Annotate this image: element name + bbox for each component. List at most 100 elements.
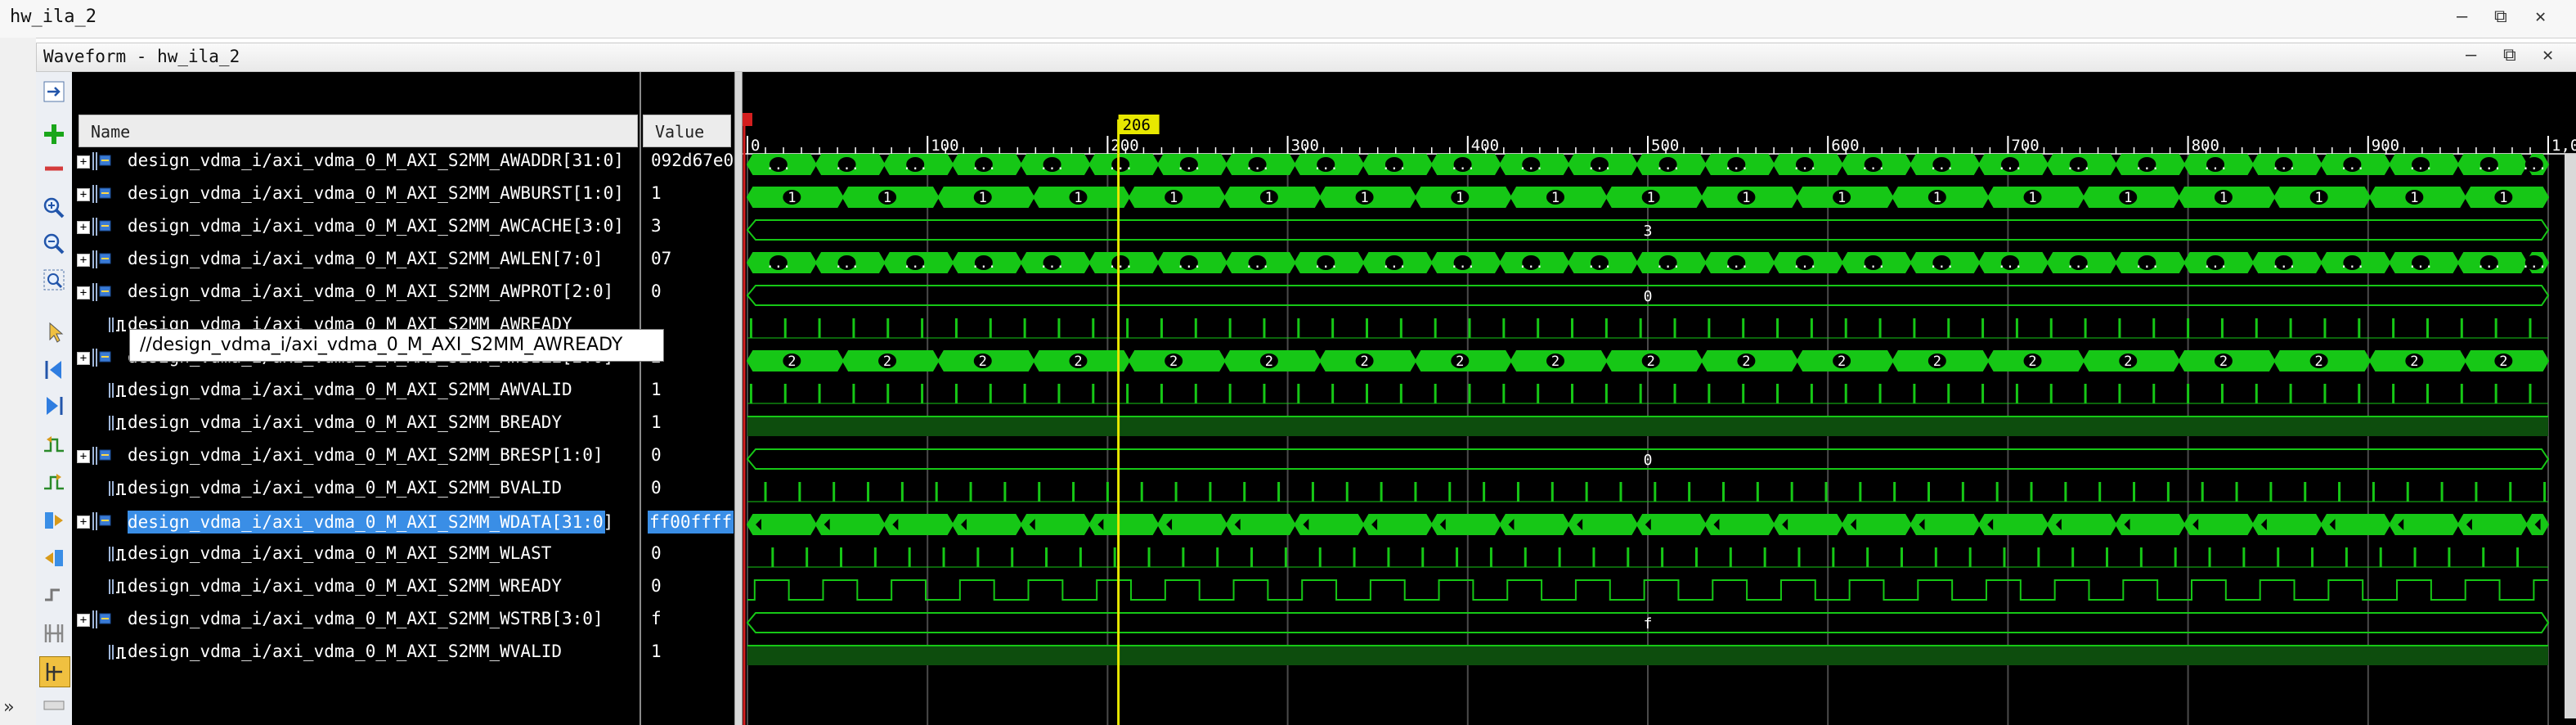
bus-value-label: ... bbox=[765, 157, 791, 173]
next-edge-button[interactable] bbox=[39, 468, 69, 498]
bus-value-label: ... bbox=[1519, 157, 1544, 173]
bus-value-label: ... bbox=[1382, 255, 1407, 272]
bus-value-label: 2 bbox=[1169, 353, 1178, 370]
snap-button[interactable] bbox=[39, 656, 70, 687]
expand-bus-icon[interactable]: + bbox=[77, 221, 90, 234]
signal-value-panel: Value 092d67e01307021100ff00ffff00f1 bbox=[641, 72, 734, 725]
bus-value-label: ... bbox=[1724, 157, 1749, 173]
signal-row[interactable]: + design_vdma_i/axi_vdma_0_M_AXI_S2MM_AWC… bbox=[72, 211, 640, 244]
bus-button[interactable] bbox=[39, 619, 69, 648]
bus-value-label: 2 bbox=[1456, 353, 1464, 370]
bus-value-label: 1 bbox=[1169, 190, 1178, 206]
signal-row[interactable]: design_vdma_i/axi_vdma_0_M_AXI_S2MM_BREA… bbox=[72, 408, 640, 440]
bus-value-label: ... bbox=[1724, 255, 1749, 272]
bus-value-label: ... bbox=[1860, 157, 1886, 173]
signal-row[interactable]: design_vdma_i/axi_vdma_0_M_AXI_S2MM_AWVA… bbox=[72, 375, 640, 408]
expand-bus-icon[interactable]: + bbox=[77, 450, 90, 463]
cursor-tool-button[interactable] bbox=[39, 317, 69, 347]
bus-value-label: 1 bbox=[2410, 190, 2418, 206]
panel-restore-button[interactable]: ⧉ bbox=[2503, 45, 2516, 65]
bus-signal-icon bbox=[92, 250, 111, 268]
go-first-button[interactable] bbox=[39, 355, 69, 385]
prev-marker-button[interactable] bbox=[39, 506, 69, 535]
close-button[interactable]: ✕ bbox=[2535, 7, 2546, 27]
expand-bus-icon[interactable]: + bbox=[77, 352, 90, 365]
bus-value-label: ... bbox=[2408, 255, 2434, 272]
bus-value-label: 2 bbox=[2124, 353, 2132, 370]
bus-value-label: ... bbox=[1929, 157, 1954, 173]
name-column-header[interactable]: Name bbox=[79, 115, 638, 147]
expand-bus-icon[interactable]: + bbox=[77, 188, 90, 201]
add-signal-button[interactable] bbox=[39, 119, 69, 149]
signal-name: design_vdma_i/axi_vdma_0_M_AXI_S2MM_AWAD… bbox=[128, 151, 624, 170]
value-row: 0 bbox=[641, 538, 734, 571]
signal-row[interactable]: + design_vdma_i/axi_vdma_0_M_AXI_S2MM_WST… bbox=[72, 604, 640, 637]
bus-value-label: 2 bbox=[883, 353, 891, 370]
expand-bus-icon[interactable]: + bbox=[77, 516, 90, 529]
tick-label: 300 bbox=[1291, 137, 1319, 155]
value-row: f bbox=[641, 604, 734, 637]
swap-button[interactable] bbox=[39, 581, 69, 610]
value-row: ff00ffff bbox=[641, 506, 734, 538]
signal-row[interactable]: design_vdma_i/axi_vdma_0_M_AXI_S2MM_WREA… bbox=[72, 571, 640, 604]
bus-value-label: ... bbox=[1793, 157, 1818, 173]
expand-bus-icon[interactable]: + bbox=[77, 254, 90, 267]
bus-value-label: ... bbox=[765, 255, 791, 272]
zoom-out-button[interactable] bbox=[39, 229, 69, 259]
bus-value-label: ... bbox=[834, 157, 859, 173]
wave-splitter[interactable] bbox=[734, 72, 743, 725]
signal-row[interactable]: design_vdma_i/axi_vdma_0_M_AXI_S2MM_WLAS… bbox=[72, 538, 640, 571]
prev-marker-icon bbox=[45, 512, 63, 529]
signal-name: design_vdma_i/axi_vdma_0_M_AXI_S2MM_WLAS… bbox=[128, 543, 552, 563]
bus-value-label: 1 bbox=[1742, 190, 1750, 206]
go-last-icon bbox=[47, 397, 63, 415]
zoom-fit-button[interactable] bbox=[39, 77, 69, 106]
bus-value-label: ... bbox=[972, 157, 997, 173]
restore-button[interactable]: ⧉ bbox=[2494, 7, 2507, 27]
signal-row[interactable]: + design_vdma_i/axi_vdma_0_M_AXI_S2MM_WDA… bbox=[72, 506, 640, 538]
signal-row[interactable]: + design_vdma_i/axi_vdma_0_M_AXI_S2MM_AWB… bbox=[72, 178, 640, 211]
bus-signal-icon bbox=[92, 349, 111, 367]
ruler-button[interactable] bbox=[39, 691, 69, 720]
zoom-area-button[interactable] bbox=[39, 265, 69, 295]
value-row: 0 bbox=[641, 277, 734, 309]
next-marker-button[interactable] bbox=[39, 543, 69, 573]
remove-signal-button[interactable] bbox=[39, 154, 69, 183]
signal-row[interactable]: + design_vdma_i/axi_vdma_0_M_AXI_S2MM_AWA… bbox=[72, 146, 640, 178]
bus-value-label: 2 bbox=[1551, 353, 1560, 370]
bit-signal-icon bbox=[109, 579, 126, 594]
bus-value-label: 2 bbox=[979, 353, 987, 370]
bus-value-label: ... bbox=[2066, 255, 2091, 272]
bus-value-label: ... bbox=[2134, 255, 2160, 272]
bus-value-label: ... bbox=[1998, 255, 2023, 272]
value-column-header[interactable]: Value bbox=[643, 115, 731, 147]
bit-signal-icon bbox=[109, 547, 126, 561]
panel-close-button[interactable]: ✕ bbox=[2542, 45, 2553, 65]
bit-signal-icon bbox=[109, 317, 126, 332]
expand-bus-icon[interactable]: + bbox=[77, 155, 90, 169]
bus-signal-icon bbox=[92, 610, 111, 628]
signal-row[interactable]: + design_vdma_i/axi_vdma_0_M_AXI_S2MM_AWL… bbox=[72, 244, 640, 277]
signal-value: 1 bbox=[651, 183, 662, 203]
expand-bus-icon[interactable]: + bbox=[77, 614, 90, 627]
signal-row[interactable]: + design_vdma_i/axi_vdma_0_M_AXI_S2MM_BRE… bbox=[72, 440, 640, 473]
minimize-button[interactable]: — bbox=[2457, 7, 2467, 27]
bus-icon bbox=[44, 624, 64, 642]
expand-bus-icon[interactable]: + bbox=[77, 286, 90, 299]
waveform-canvas[interactable]: 01002003004005006007008009001,000.......… bbox=[743, 72, 2576, 725]
zoom-in-button[interactable] bbox=[39, 193, 69, 223]
go-last-button[interactable] bbox=[39, 391, 69, 421]
signal-row[interactable]: design_vdma_i/axi_vdma_0_M_AXI_S2MM_BVAL… bbox=[72, 473, 640, 506]
expand-chevron-icon[interactable]: » bbox=[3, 697, 14, 718]
bus-value-label: ... bbox=[1998, 157, 2023, 173]
panel-minimize-button[interactable]: — bbox=[2466, 45, 2476, 65]
prev-edge-button[interactable] bbox=[39, 430, 69, 460]
bus-value-label: 1 bbox=[1838, 190, 1846, 206]
bus-value-label: ... bbox=[2476, 157, 2502, 173]
signal-row[interactable]: design_vdma_i/axi_vdma_0_M_AXI_S2MM_WVAL… bbox=[72, 637, 640, 669]
bus-value-label: 3 bbox=[1644, 223, 1653, 240]
bus-value-label: f bbox=[1644, 615, 1653, 633]
bus-value-label: ... bbox=[2271, 157, 2296, 173]
signal-row[interactable]: + design_vdma_i/axi_vdma_0_M_AXI_S2MM_AWP… bbox=[72, 277, 640, 309]
bus-value-label: 2 bbox=[2410, 353, 2418, 370]
